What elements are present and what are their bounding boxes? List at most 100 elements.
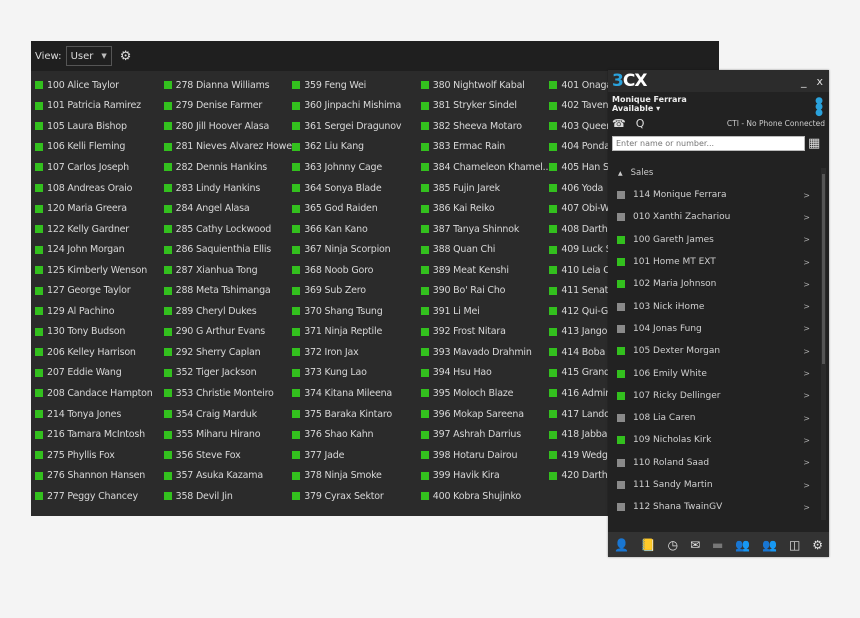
chevron-right-icon[interactable]: > — [803, 391, 810, 400]
extension-item[interactable]: 286 Saquienthia Ellis — [163, 239, 292, 260]
extension-item[interactable]: 358 Devil Jin — [163, 486, 292, 507]
extension-item[interactable]: 275 Phyllis Fox — [35, 445, 163, 466]
extension-item[interactable]: 357 Asuka Kazama — [163, 465, 292, 486]
extension-item[interactable]: 365 God Raiden — [292, 198, 420, 219]
extension-item[interactable]: 394 Hsu Hao — [420, 363, 549, 384]
extension-item[interactable]: 372 Iron Jax — [292, 342, 420, 363]
chevron-right-icon[interactable]: > — [803, 347, 810, 356]
close-button[interactable]: x — [816, 75, 823, 88]
extension-item[interactable]: 353 Christie Monteiro — [163, 383, 292, 404]
phone-icon[interactable]: ☎ — [612, 117, 626, 130]
chevron-right-icon[interactable]: > — [803, 235, 810, 244]
extension-item[interactable]: 398 Hotaru Dairou — [420, 445, 549, 466]
extension-item[interactable]: 106 Kelli Fleming — [35, 137, 163, 158]
extension-item[interactable]: 387 Tanya Shinnok — [420, 219, 549, 240]
extension-item[interactable]: 382 Sheeva Motaro — [420, 116, 549, 137]
extension-item[interactable]: 384 Chameleon Khamel... — [420, 157, 549, 178]
voicemail-icon[interactable]: ✉ — [690, 538, 700, 552]
extension-item[interactable]: 378 Ninja Smoke — [292, 465, 420, 486]
extension-item[interactable]: 356 Steve Fox — [163, 445, 292, 466]
extension-item[interactable]: 368 Noob Goro — [292, 260, 420, 281]
extension-item[interactable]: 390 Bo' Rai Cho — [420, 280, 549, 301]
contact-row[interactable]: 114 Monique Ferrara > — [608, 184, 818, 206]
extension-item[interactable]: 290 G Arthur Evans — [163, 322, 292, 343]
contact-row[interactable]: 112 Shana TwainGV > — [608, 496, 818, 518]
extension-item[interactable]: 129 Al Pachino — [35, 301, 163, 322]
extension-item[interactable]: 287 Xianhua Tong — [163, 260, 292, 281]
extension-item[interactable]: 361 Sergei Dragunov — [292, 116, 420, 137]
extension-item[interactable]: 367 Ninja Scorpion — [292, 239, 420, 260]
extension-item[interactable]: 120 Maria Greera — [35, 198, 163, 219]
extension-item[interactable]: 281 Nieves Alvarez Howell — [163, 137, 292, 158]
extension-item[interactable]: 278 Dianna Williams — [163, 75, 292, 96]
extension-item[interactable]: 285 Cathy Lockwood — [163, 219, 292, 240]
contact-row[interactable]: 105 Dexter Morgan > — [608, 340, 818, 362]
chat-icon[interactable]: ▬ — [712, 538, 723, 552]
contact-row[interactable]: 109 Nicholas Kirk > — [608, 429, 818, 451]
group-header-sales[interactable]: ▲ Sales — [608, 162, 818, 184]
chevron-right-icon[interactable]: > — [803, 280, 810, 289]
extension-item[interactable]: 207 Eddie Wang — [35, 363, 163, 384]
extension-item[interactable]: 385 Fujin Jarek — [420, 178, 549, 199]
search-input[interactable] — [612, 136, 805, 151]
chevron-right-icon[interactable]: > — [803, 302, 810, 311]
extension-item[interactable]: 397 Ashrah Darrius — [420, 424, 549, 445]
extension-item[interactable]: 393 Mavado Drahmin — [420, 342, 549, 363]
chevron-right-icon[interactable]: > — [803, 414, 810, 423]
chevron-right-icon[interactable]: > — [803, 191, 810, 200]
extension-item[interactable]: 377 Jade — [292, 445, 420, 466]
extension-item[interactable]: 216 Tamara McIntosh — [35, 424, 163, 445]
extension-item[interactable]: 125 Kimberly Wenson — [35, 260, 163, 281]
extension-item[interactable]: 292 Sherry Caplan — [163, 342, 292, 363]
chevron-right-icon[interactable]: > — [803, 481, 810, 490]
scrollbar-thumb[interactable] — [822, 174, 825, 364]
extension-item[interactable]: 389 Meat Kenshi — [420, 260, 549, 281]
contact-row[interactable]: 106 Emily White > — [608, 362, 818, 384]
extension-item[interactable]: 124 John Morgan — [35, 239, 163, 260]
extension-item[interactable]: 392 Frost Nitara — [420, 322, 549, 343]
extension-item[interactable]: 206 Kelley Harrison — [35, 342, 163, 363]
contact-row[interactable]: 103 Nick iHome > — [608, 295, 818, 317]
extension-item[interactable]: 355 Miharu Hirano — [163, 424, 292, 445]
contact-row[interactable]: 113 Kurt Spizer> — [608, 518, 818, 524]
extension-item[interactable]: 369 Sub Zero — [292, 280, 420, 301]
contact-row[interactable]: 110 Roland Saad > — [608, 452, 818, 474]
extension-item[interactable]: 279 Denise Farmer — [163, 96, 292, 117]
contact-row[interactable]: 010 Xanthi Zachariou > — [608, 206, 818, 228]
minimize-button[interactable]: _ — [801, 75, 807, 88]
extension-item[interactable]: 354 Craig Marduk — [163, 404, 292, 425]
chevron-right-icon[interactable]: > — [803, 213, 810, 222]
extension-item[interactable]: 395 Moloch Blaze — [420, 383, 549, 404]
extension-item[interactable]: 380 Nightwolf Kabal — [420, 75, 549, 96]
phonebook-icon[interactable]: 📒 — [641, 538, 656, 552]
extension-item[interactable]: 352 Tiger Jackson — [163, 363, 292, 384]
chevron-right-icon[interactable]: > — [803, 458, 810, 467]
view-select[interactable]: User ▼ — [65, 46, 112, 66]
contact-row[interactable]: 108 Lia Caren > — [608, 407, 818, 429]
extension-item[interactable]: 364 Sonya Blade — [292, 178, 420, 199]
chevron-right-icon[interactable]: > — [803, 436, 810, 445]
extension-item[interactable]: 396 Mokap Sareena — [420, 404, 549, 425]
extension-item[interactable]: 276 Shannon Hansen — [35, 465, 163, 486]
extension-item[interactable]: 391 Li Mei — [420, 301, 549, 322]
status-dropdown[interactable]: Available ▾ — [612, 104, 825, 113]
contact-row[interactable]: 101 Home MT EXT > — [608, 251, 818, 273]
search-icon[interactable]: Q — [636, 117, 645, 130]
extension-item[interactable]: 108 Andreas Oraio — [35, 178, 163, 199]
extension-item[interactable]: 399 Havik Kira — [420, 465, 549, 486]
extension-item[interactable]: 381 Stryker Sindel — [420, 96, 549, 117]
extension-item[interactable]: 400 Kobra Shujinko — [420, 486, 549, 507]
extension-item[interactable]: 360 Jinpachi Mishima — [292, 96, 420, 117]
extension-item[interactable]: 105 Laura Bishop — [35, 116, 163, 137]
extension-item[interactable]: 107 Carlos Joseph — [35, 157, 163, 178]
extension-item[interactable]: 101 Patricia Ramirez — [35, 96, 163, 117]
contact-row[interactable]: 104 Jonas Fung > — [608, 318, 818, 340]
extension-item[interactable]: 371 Ninja Reptile — [292, 322, 420, 343]
extension-item[interactable]: 284 Angel Alasa — [163, 198, 292, 219]
chevron-right-icon[interactable]: > — [803, 369, 810, 378]
extension-item[interactable]: 363 Johnny Cage — [292, 157, 420, 178]
extension-item[interactable]: 373 Kung Lao — [292, 363, 420, 384]
extension-item[interactable]: 379 Cyrax Sektor — [292, 486, 420, 507]
extension-item[interactable]: 374 Kitana Mileena — [292, 383, 420, 404]
chevron-right-icon[interactable]: > — [803, 503, 810, 512]
